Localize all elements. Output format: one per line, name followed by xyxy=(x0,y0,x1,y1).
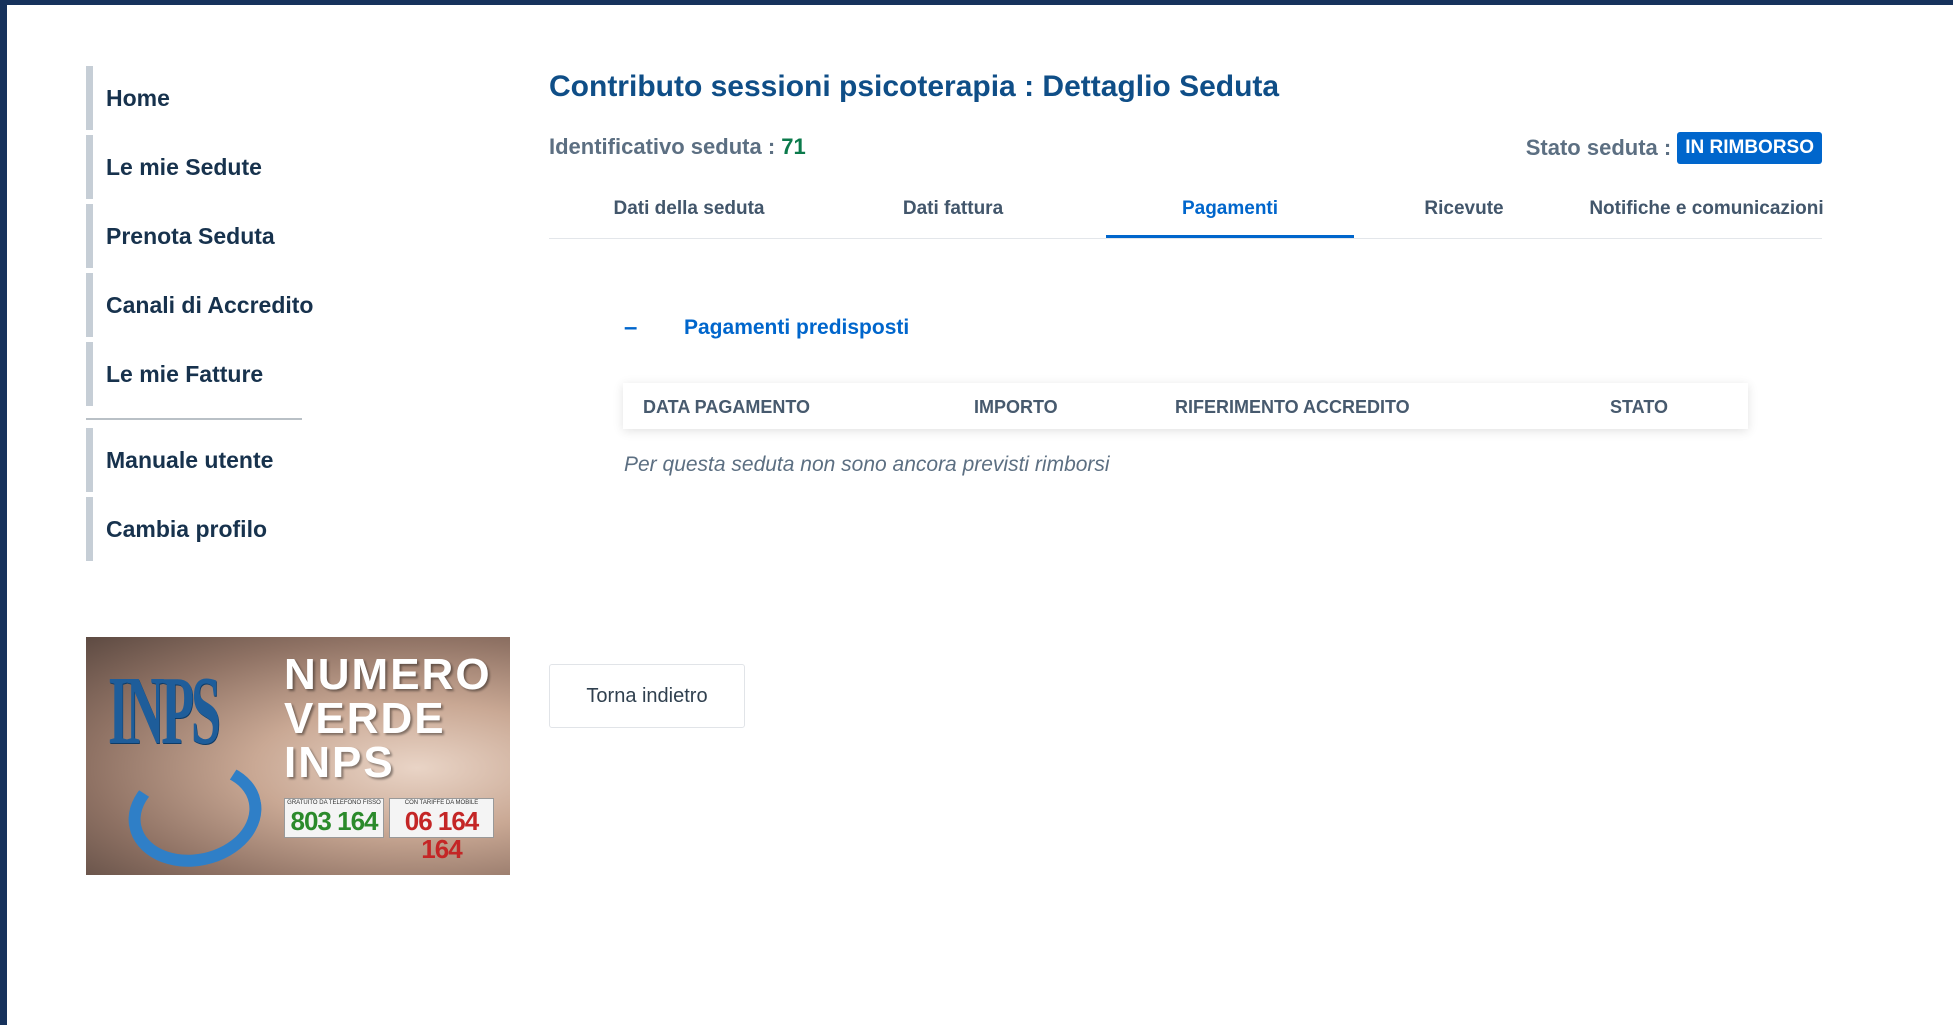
circular-arrow-icon xyxy=(118,749,272,875)
column-header-importo: IMPORTO xyxy=(974,397,1058,417)
sidebar-item-label: Le mie Sedute xyxy=(106,153,262,180)
tab-bar: Dati della seduta Dati fattura Pagamenti… xyxy=(549,186,1824,239)
collapse-minus-icon[interactable]: – xyxy=(624,314,684,342)
tab-dati-fattura[interactable]: Dati fattura xyxy=(868,186,1038,238)
status-badge: IN RIMBORSO xyxy=(1677,132,1822,164)
sidebar-item-label: Canali di Accredito xyxy=(106,291,314,318)
sidebar-item-canali-di-accredito[interactable]: Canali di Accredito xyxy=(86,273,506,337)
session-status: Stato seduta : IN RIMBORSO xyxy=(1526,132,1822,164)
sidebar-divider xyxy=(86,418,302,420)
empty-table-message: Per questa seduta non sono ancora previs… xyxy=(624,453,1110,476)
payments-table-header: DATA PAGAMENTO IMPORTO RIFERIMENTO ACCRE… xyxy=(623,383,1748,429)
session-info-row: Identificativo seduta : 71 Stato seduta … xyxy=(549,132,1822,170)
sidebar-item-cambia-profilo[interactable]: Cambia profilo xyxy=(86,497,506,561)
status-label: Stato seduta : xyxy=(1525,135,1672,160)
accordion-title: Pagamenti predisposti xyxy=(684,316,910,339)
column-header-stato: STATO xyxy=(1610,397,1668,417)
sidebar-item-label: Cambia profilo xyxy=(106,515,268,542)
sidebar-item-le-mie-sedute[interactable]: Le mie Sedute xyxy=(86,135,506,199)
sidebar-item-prenota-seduta[interactable]: Prenota Seduta xyxy=(86,204,506,268)
back-button[interactable]: Torna indietro xyxy=(549,664,745,728)
mobile-phone-number-box: CON TARIFFE DA MOBILE 06 164 164 xyxy=(389,798,494,863)
column-header-data-pagamento: DATA PAGAMENTO xyxy=(643,397,810,417)
banner-title: NUMERO VERDE INPS xyxy=(284,650,492,787)
tab-pagamenti[interactable]: Pagamenti xyxy=(1106,186,1354,238)
sidebar-item-le-mie-fatture[interactable]: Le mie Fatture xyxy=(86,342,506,406)
inps-logo: INPS xyxy=(108,657,221,765)
session-id-label: Identificativo seduta : 71 xyxy=(549,134,806,159)
page-title: Contributo sessioni psicoterapia : Detta… xyxy=(549,70,1280,103)
session-id-value: 71 xyxy=(781,134,806,159)
sidebar-item-label: Home xyxy=(106,84,170,111)
fixed-phone-number-box: GRATUITO DA TELEFONO FISSO 803 164 xyxy=(284,798,384,838)
sidebar: Home Le mie Sedute Prenota Seduta Canali… xyxy=(86,66,506,566)
accordion-pagamenti-predisposti[interactable]: – Pagamenti predisposti xyxy=(624,314,909,342)
sidebar-item-label: Prenota Seduta xyxy=(106,222,275,249)
sidebar-item-home[interactable]: Home xyxy=(86,66,506,130)
sidebar-item-label: Manuale utente xyxy=(106,446,274,473)
tab-dati-della-seduta[interactable]: Dati della seduta xyxy=(589,186,789,238)
tab-ricevute[interactable]: Ricevute xyxy=(1404,186,1524,238)
tab-notifiche-e-comunicazioni[interactable]: Notifiche e comunicazioni xyxy=(1584,186,1829,238)
column-header-riferimento-accredito: RIFERIMENTO ACCREDITO xyxy=(1175,397,1410,417)
numero-verde-banner[interactable]: INPS NUMERO VERDE INPS GRATUITO DA TELEF… xyxy=(86,637,510,875)
sidebar-item-manuale-utente[interactable]: Manuale utente xyxy=(86,428,506,492)
sidebar-item-label: Le mie Fatture xyxy=(106,360,264,387)
main-content: Contributo sessioni psicoterapia : Detta… xyxy=(549,60,1824,728)
